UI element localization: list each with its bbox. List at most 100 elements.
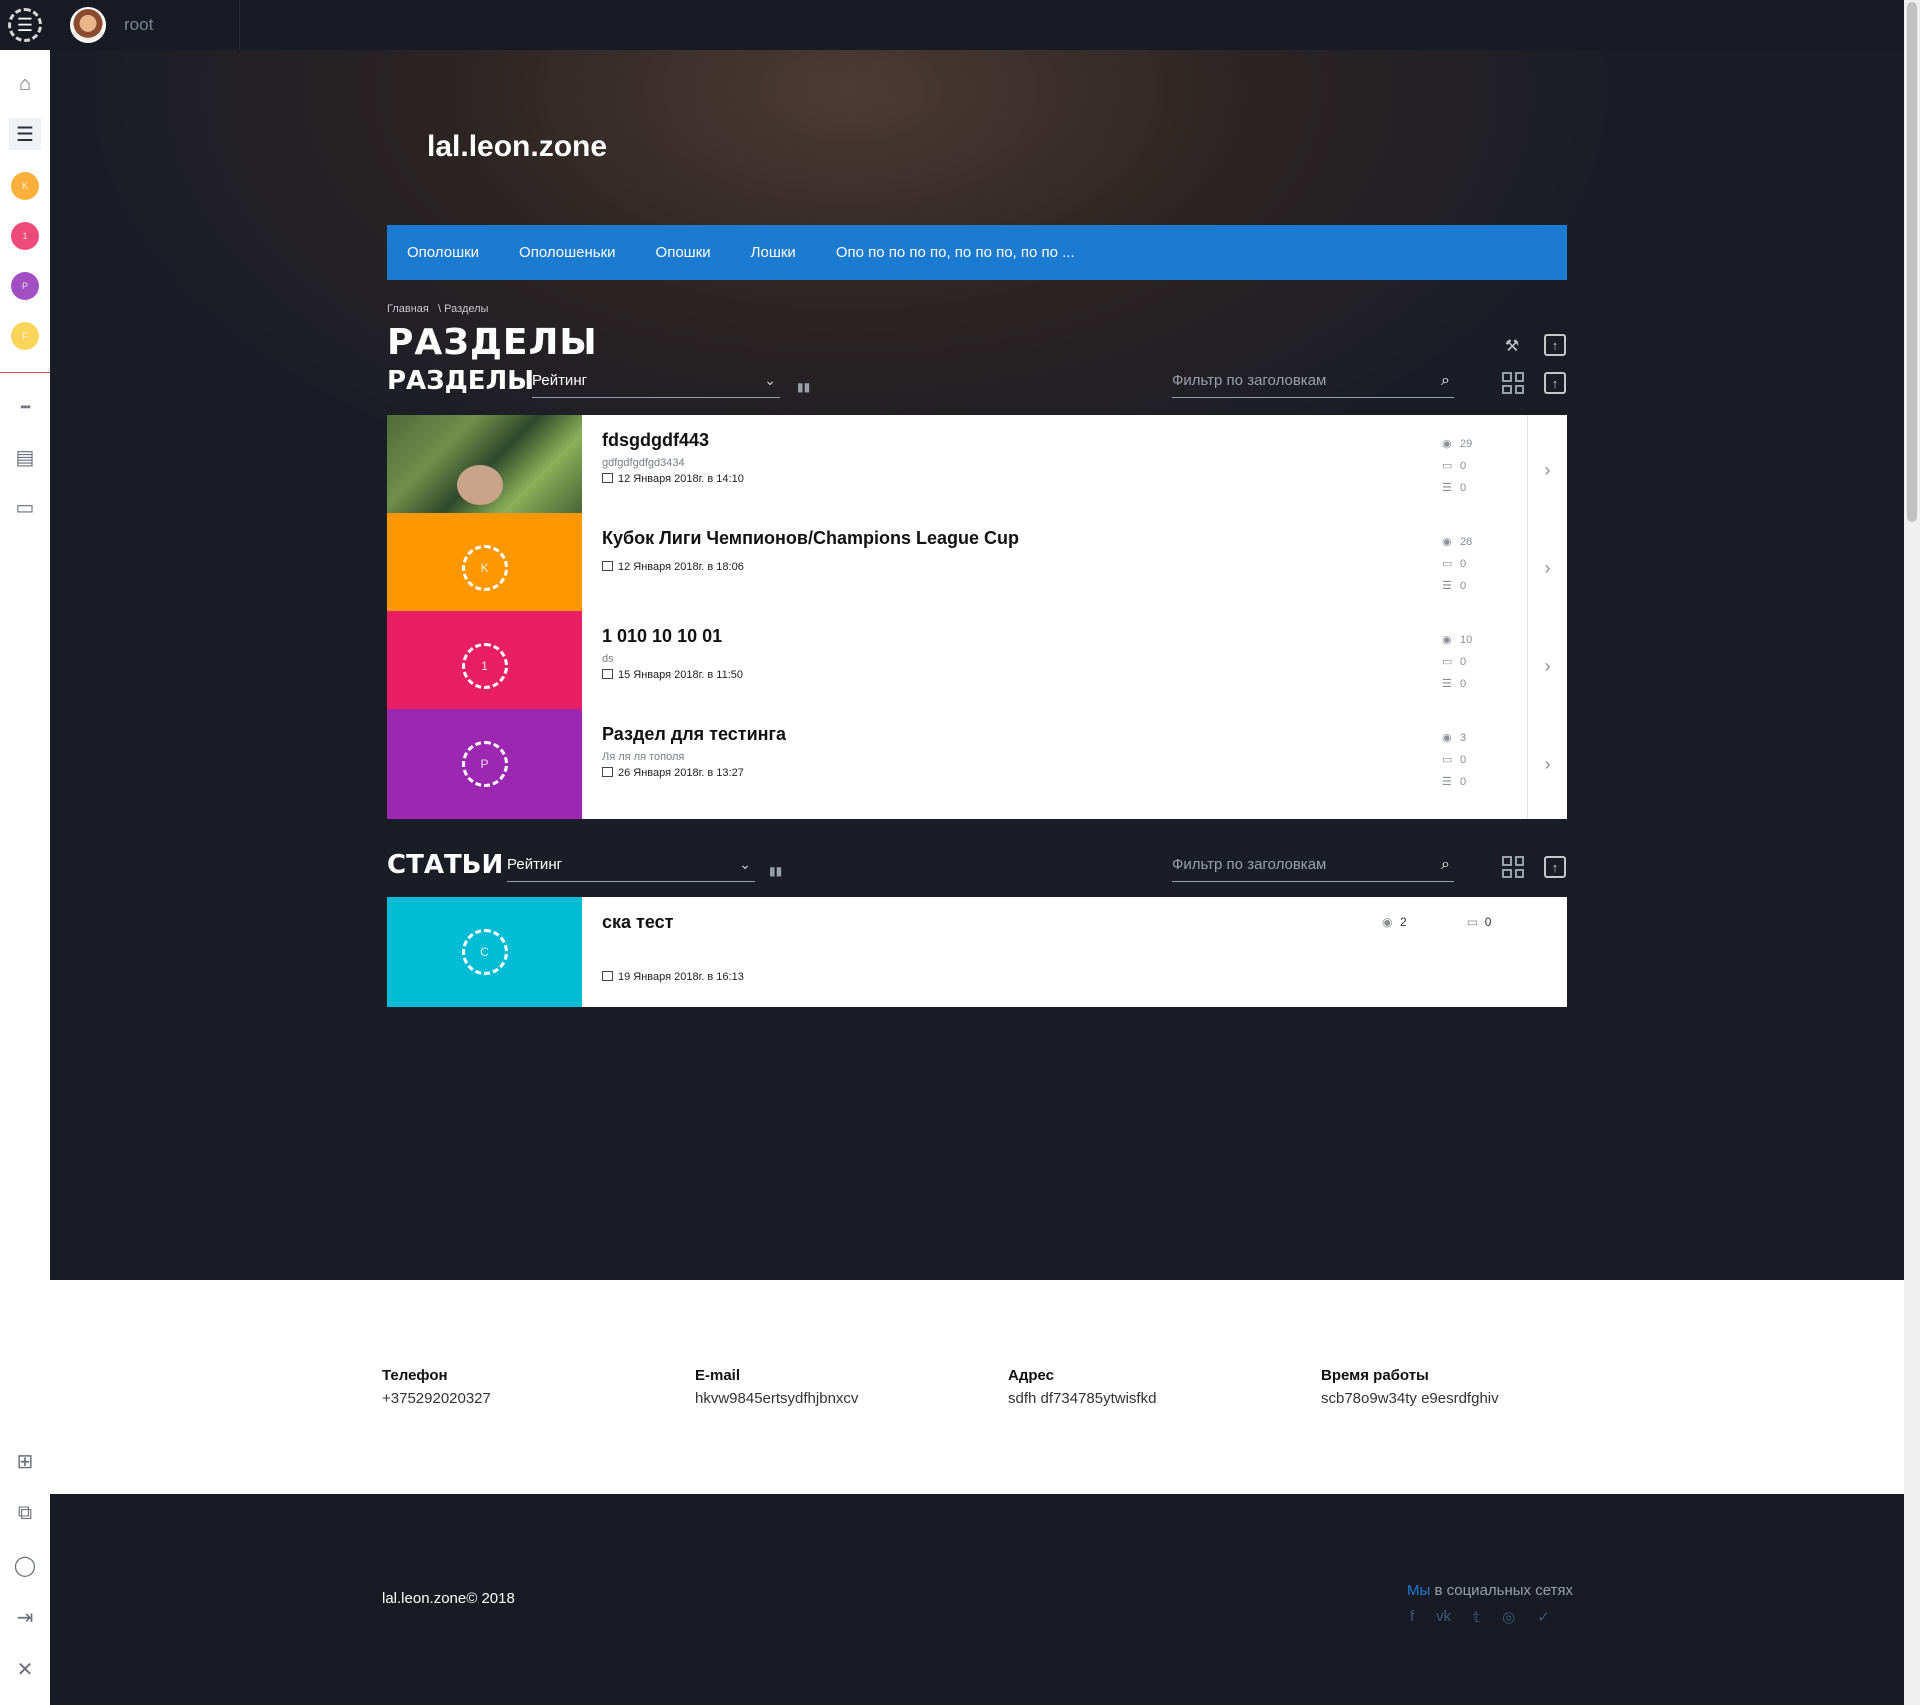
eye-icon: ◉ — [1442, 438, 1452, 450]
scrollbar-thumb[interactable] — [1907, 2, 1917, 522]
home-icon[interactable]: ⌂ — [9, 68, 41, 100]
card-date: 26 Января 2018г. в 13:27 — [602, 767, 1507, 779]
grid-view-icon[interactable] — [1502, 372, 1524, 394]
nav-item[interactable]: Опо по по по по, по по по, по по ... — [836, 244, 1075, 261]
section-thumbnail[interactable]: P — [387, 709, 582, 819]
upload-icon[interactable]: ↑ — [1544, 856, 1566, 878]
logout-icon[interactable]: ⇥ — [9, 1601, 41, 1633]
ok-icon[interactable]: ✓ — [1537, 1608, 1550, 1626]
card-title[interactable]: Раздел для тестинга — [602, 724, 1507, 745]
add-icon[interactable]: ⊞ — [9, 1445, 41, 1477]
sort-order-icon[interactable]: ▮▮ — [797, 380, 810, 394]
page-scrollbar[interactable] — [1904, 0, 1920, 1705]
comments-count: 0 — [1484, 915, 1492, 929]
grid-view-icon[interactable] — [1502, 856, 1524, 878]
article-letter-icon: C — [461, 929, 508, 975]
sidebar-section-dot[interactable]: 1 — [11, 222, 39, 250]
items-count: 0 — [1460, 482, 1467, 494]
contact-column: Телефон +375292020327 — [382, 1367, 491, 1407]
user-icon[interactable]: ◯ — [9, 1549, 41, 1581]
page-title: РАЗДЕЛЫ — [387, 322, 598, 363]
search-input[interactable]: Фильтр по заголовкам ⌕ — [1172, 856, 1454, 882]
copyright: lal.leon.zone© 2018 — [382, 1590, 515, 1607]
vk-icon[interactable]: vk — [1436, 1608, 1451, 1626]
upload-icon[interactable]: ↑ — [1544, 372, 1566, 394]
close-icon[interactable]: ✕ — [9, 1653, 41, 1685]
section-letter: K — [480, 561, 489, 575]
card-date: 12 Января 2018г. в 18:06 — [602, 561, 1507, 573]
chevron-right-icon[interactable]: › — [1527, 611, 1567, 721]
article-letter: C — [480, 945, 489, 959]
nav-item[interactable]: Ополошки — [407, 244, 479, 261]
items-count: 0 — [1460, 776, 1467, 788]
sidebar-dot-letter: P — [21, 281, 28, 291]
chevron-right-icon[interactable]: › — [1527, 415, 1567, 525]
site-title[interactable]: lal.leon.zone — [427, 130, 607, 164]
bottom-footer: lal.leon.zone© 2018 Мы в социальных сетя… — [50, 1494, 1904, 1705]
card-title[interactable]: Кубок Лиги Чемпионов/Champions League Cu… — [602, 528, 1507, 549]
list-icon: ☰ — [1442, 678, 1452, 690]
document-icon[interactable]: ▤ — [9, 441, 41, 473]
article-thumbnail[interactable]: C — [387, 897, 582, 1007]
breadcrumb-home[interactable]: Главная — [387, 303, 429, 315]
calendar-icon — [602, 971, 613, 981]
search-input[interactable]: Фильтр по заголовкам ⌕ — [1172, 372, 1454, 398]
card-stats: ◉ 29 ▭ 0 ☰ 0 — [1442, 433, 1472, 499]
section-thumbnail[interactable] — [387, 415, 582, 525]
card-date-text: 19 Января 2018г. в 16:13 — [618, 971, 744, 983]
chevron-right-icon[interactable]: › — [1527, 709, 1567, 819]
sidebar-section-dot[interactable]: F — [11, 322, 39, 350]
contact-column: Время работы scb78o9w34ty e9esrdfghiv — [1321, 1367, 1499, 1407]
eye-icon: ◉ — [1442, 536, 1452, 548]
card-body: 1 010 10 10 01 ds 15 Января 2018г. в 11:50… — [582, 611, 1527, 721]
site-navbar: Ополошки Ополошеньки Опошки Лошки Опо по… — [387, 225, 1567, 280]
card-title[interactable]: 1 010 10 10 01 — [602, 626, 1507, 647]
section-card[interactable]: fdsgdgdf443 gdfgdfgdfgd3434 12 Января 2018… — [387, 415, 1567, 525]
views-count: 28 — [1460, 536, 1473, 548]
sort-select[interactable]: Рейтинг ⌄ — [532, 372, 780, 398]
calendar-icon — [602, 767, 613, 777]
section-card[interactable]: P Раздел для тестинга Ля ля ля тополя 26 Ян… — [387, 709, 1567, 819]
nav-item[interactable]: Лошки — [751, 244, 796, 261]
sort-select[interactable]: Рейтинг ⌄ — [507, 856, 755, 882]
hammer-icon[interactable]: ⚒ — [1500, 334, 1524, 358]
card-subtitle: gdfgdfgdfgd3434 — [602, 457, 685, 469]
upload-icon[interactable]: ↑ — [1544, 334, 1566, 356]
facebook-icon[interactable]: f — [1410, 1608, 1414, 1626]
section-card[interactable]: K Кубок Лиги Чемпионов/Champions League C… — [387, 513, 1567, 623]
list-icon: ☰ — [1442, 482, 1452, 494]
list-icon: ☰ — [1442, 776, 1452, 788]
window-icon[interactable]: ▭ — [9, 491, 41, 523]
main-menu-button[interactable]: ☰ — [0, 0, 50, 50]
search-icon[interactable]: ⌕ — [1441, 856, 1450, 874]
chevron-down-icon: ⌄ — [739, 856, 751, 872]
sidebar-section-dot[interactable]: P — [11, 272, 39, 300]
apps-icon[interactable]: ••• — [9, 391, 41, 423]
card-title[interactable]: fdsgdgdf443 — [602, 430, 1507, 451]
instagram-icon[interactable]: ◎ — [1502, 1608, 1515, 1626]
nav-item[interactable]: Опошки — [656, 244, 711, 261]
section-thumbnail[interactable]: 1 — [387, 611, 582, 721]
twitter-icon[interactable]: 𝕥 — [1473, 1608, 1480, 1626]
nav-item[interactable]: Ополошеньки — [519, 244, 615, 261]
list-icon[interactable]: ☰ — [9, 118, 41, 150]
sidebar-section-dot[interactable]: K — [11, 172, 39, 200]
views-count: 10 — [1460, 634, 1473, 646]
chevron-right-icon[interactable]: › — [1527, 513, 1567, 623]
section-thumbnail[interactable]: K — [387, 513, 582, 623]
title-actions: ⚒ ↑ — [1500, 334, 1566, 358]
user-profile[interactable]: root — [50, 0, 240, 50]
search-icon[interactable]: ⌕ — [1441, 372, 1450, 390]
contact-column: Адрес sdfh df734785ytwisfkd — [1008, 1367, 1156, 1407]
contact-label: Время работы — [1321, 1367, 1429, 1384]
sort-order-icon[interactable]: ▮▮ — [769, 864, 782, 878]
card-stats: ◉ 10 ▭ 0 ☰ 0 — [1442, 629, 1472, 695]
card-date-text: 15 Января 2018г. в 11:50 — [618, 669, 744, 681]
search-placeholder: Фильтр по заголовкам — [1172, 372, 1327, 389]
card-date-text: 26 Января 2018г. в 13:27 — [618, 767, 744, 779]
card-subtitle: ds — [602, 653, 614, 665]
article-card[interactable]: Cска тест 19 Января 2018г. в 16:13 ◉ 2 ▭ 0 — [387, 897, 1567, 1007]
sliders-icon[interactable]: ⧉ — [9, 1497, 41, 1529]
section-card[interactable]: 1 1 010 10 10 01 ds 15 Января 2018г. в 11:5… — [387, 611, 1567, 721]
user-name: root — [124, 15, 154, 34]
